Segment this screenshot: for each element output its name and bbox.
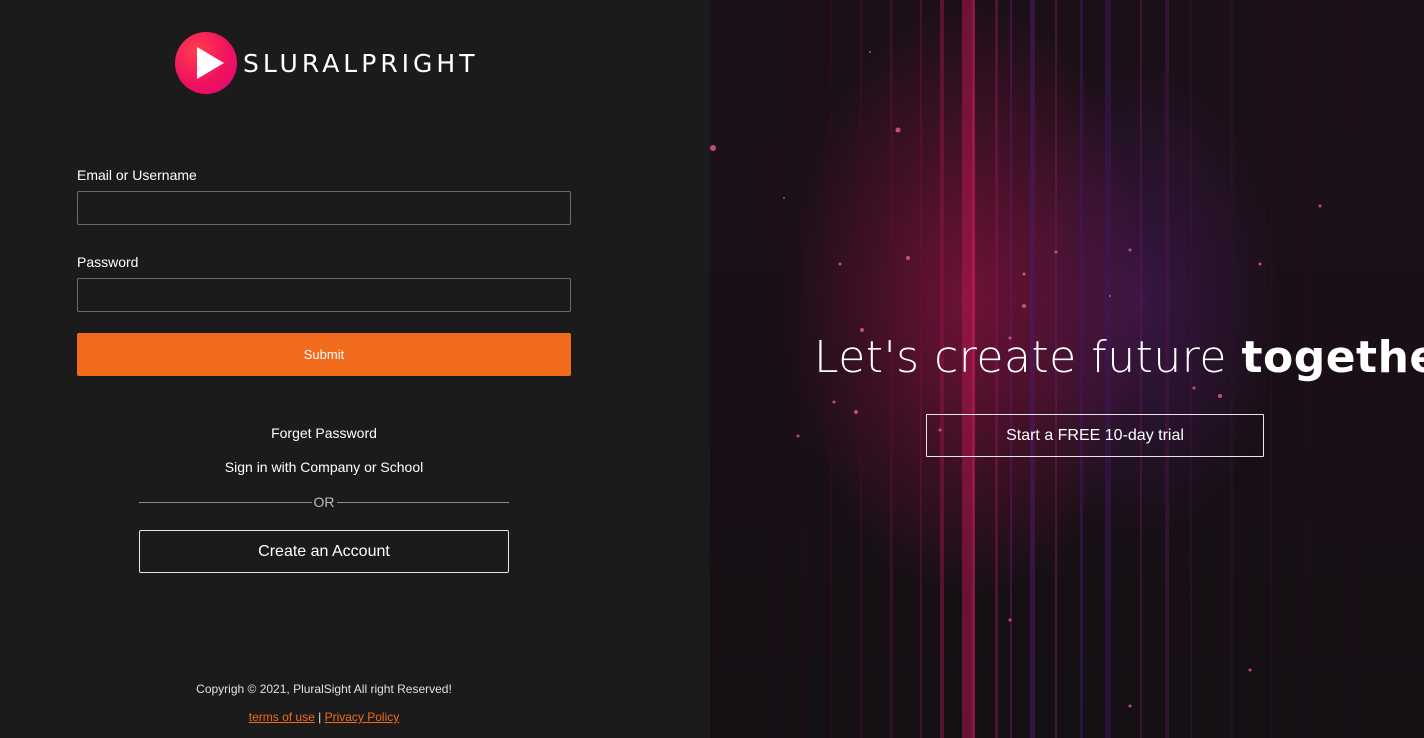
divider-line [139, 501, 312, 503]
free-trial-button[interactable]: Start a FREE 10-day trial [926, 414, 1264, 457]
create-account-button[interactable]: Create an Account [139, 530, 509, 573]
login-panel: SLURALPRIGHT Email or Username Password … [0, 0, 710, 738]
submit-button[interactable]: Submit [77, 333, 571, 376]
hero-tagline: Let's create future together [814, 332, 1424, 383]
brand-name: SLURALPRIGHT [243, 48, 479, 78]
hero-panel: Let's create future together Start a FRE… [710, 0, 1424, 738]
password-label: Password [77, 254, 139, 270]
or-divider: OR [139, 492, 509, 512]
email-label: Email or Username [77, 167, 197, 183]
login-page: SLURALPRIGHT Email or Username Password … [0, 0, 1424, 738]
terms-link[interactable]: terms of use [249, 710, 315, 724]
password-field[interactable] [77, 278, 571, 312]
tagline-bold: together [1241, 332, 1424, 383]
privacy-link[interactable]: Privacy Policy [325, 710, 400, 724]
forget-password-link[interactable]: Forget Password [77, 425, 571, 441]
divider-line [336, 501, 509, 503]
or-text: OR [313, 494, 335, 510]
tagline-light: Let's create future [814, 332, 1227, 383]
footer-separator: | [318, 710, 322, 724]
play-icon [175, 32, 237, 94]
copyright-text: Copyrigh © 2021, PluralSight All right R… [196, 682, 452, 696]
email-field[interactable] [77, 191, 571, 225]
company-signin-link[interactable]: Sign in with Company or School [77, 459, 571, 475]
footer-links: terms of use | Privacy Policy [77, 710, 571, 724]
brand-logo: SLURALPRIGHT [175, 32, 479, 94]
